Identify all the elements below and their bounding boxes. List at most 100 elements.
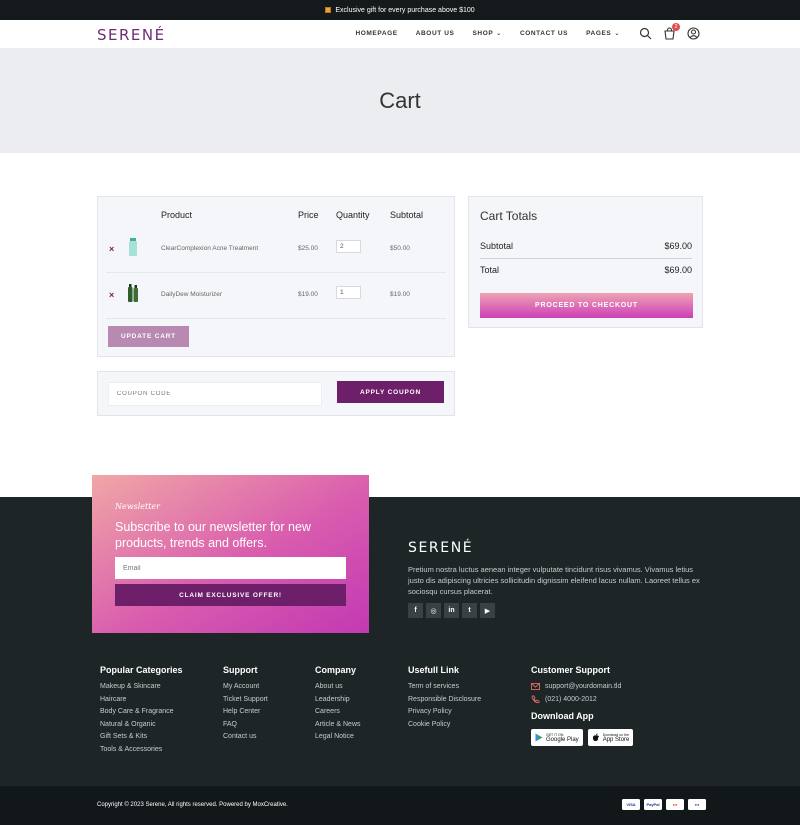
newsletter-title: Subscribe to our newsletter for new prod… bbox=[115, 520, 311, 550]
newsletter-card: Newsletter Subscribe to our newsletter f… bbox=[92, 475, 369, 633]
footer-link[interactable]: Contact us bbox=[223, 733, 268, 740]
update-cart-button[interactable]: UPDATE CART bbox=[108, 326, 189, 347]
footer-col-categories: Popular Categories Makeup & Skincare Hai… bbox=[100, 665, 183, 758]
subtotal-value: $69.00 bbox=[664, 241, 692, 251]
item-price: $25.00 bbox=[298, 245, 318, 252]
cart-table: Product Price Quantity Subtotal × ClearC… bbox=[97, 196, 455, 357]
coupon-code-input[interactable] bbox=[108, 382, 322, 406]
cart-count-badge: 2 bbox=[672, 23, 680, 31]
footer-col-title: Customer Support bbox=[531, 665, 611, 675]
youtube-icon[interactable]: ▶ bbox=[480, 603, 495, 618]
item-price: $19.00 bbox=[298, 291, 318, 298]
footer-link[interactable]: Makeup & Skincare bbox=[100, 683, 183, 690]
footer-link[interactable]: Careers bbox=[315, 708, 361, 715]
footer-link[interactable]: Cookie Policy bbox=[408, 721, 481, 728]
nav-homepage[interactable]: HOMEPAGE bbox=[355, 30, 397, 37]
footer-col-company: Company About us Leadership Careers Arti… bbox=[315, 665, 361, 746]
paypal-icon: PayPal bbox=[644, 799, 662, 810]
site-logo[interactable]: SERENÉ bbox=[97, 26, 166, 44]
footer-link[interactable]: Leadership bbox=[315, 696, 361, 703]
footer-col-useful-links: Usefull Link Term of services Responsibl… bbox=[408, 665, 481, 733]
quantity-input[interactable] bbox=[336, 286, 361, 299]
apply-coupon-button[interactable]: APPLY COUPON bbox=[337, 381, 444, 403]
cart-icon[interactable]: 2 bbox=[663, 23, 680, 40]
subtotal-label: Subtotal bbox=[480, 241, 514, 251]
header-quantity: Quantity bbox=[336, 210, 370, 220]
footer-col-customer-support: Customer Support support@yourdomain.tld … bbox=[531, 665, 638, 746]
footer-description: Pretium nostra luctus aenean integer vul… bbox=[408, 565, 700, 596]
item-subtotal: $50.00 bbox=[390, 245, 410, 252]
footer-link[interactable]: Tools & Accessories bbox=[100, 746, 183, 753]
divider bbox=[480, 258, 692, 259]
remove-item-button[interactable]: × bbox=[109, 244, 114, 254]
footer-link[interactable]: Term of services bbox=[408, 683, 481, 690]
footer-link[interactable]: FAQ bbox=[223, 721, 268, 728]
total-row: Total $69.00 bbox=[480, 265, 692, 275]
account-icon[interactable] bbox=[687, 27, 700, 40]
twitter-icon[interactable]: t bbox=[462, 603, 477, 618]
page-title: Cart bbox=[379, 88, 421, 113]
support-phone-link[interactable]: (021) 4000-2012 bbox=[531, 695, 638, 704]
support-email-link[interactable]: support@yourdomain.tld bbox=[531, 683, 638, 690]
facebook-icon[interactable]: f bbox=[408, 603, 423, 618]
footer-col-title: Usefull Link bbox=[408, 665, 460, 675]
cart-row: × DailyDew Moisturizer $19.00 $19.00 bbox=[106, 273, 446, 319]
proceed-to-checkout-button[interactable]: PROCEED TO CHECKOUT bbox=[480, 293, 693, 318]
footer-link[interactable]: Privacy Policy bbox=[408, 708, 481, 715]
nav-contact-us[interactable]: CONTACT US bbox=[520, 30, 568, 37]
footer-link[interactable]: Legal Notice bbox=[315, 733, 361, 740]
coupon-section: APPLY COUPON bbox=[97, 371, 455, 416]
gift-icon bbox=[325, 7, 332, 13]
footer-link[interactable]: My Account bbox=[223, 683, 268, 690]
footer-link[interactable]: Natural & Organic bbox=[100, 721, 183, 728]
footer-link[interactable]: Article & News bbox=[315, 721, 361, 728]
item-subtotal: $19.00 bbox=[390, 291, 410, 298]
page-hero: Cart bbox=[0, 49, 800, 153]
newsletter-email-input[interactable] bbox=[115, 557, 346, 579]
chevron-down-icon: ⌄ bbox=[496, 31, 502, 37]
phone-icon bbox=[531, 695, 540, 704]
footer-col-support: Support My Account Ticket Support Help C… bbox=[223, 665, 268, 746]
chevron-down-icon: ⌄ bbox=[614, 31, 620, 37]
total-label: Total bbox=[480, 265, 500, 275]
footer-col-title: Popular Categories bbox=[100, 665, 183, 675]
nav-pages[interactable]: PAGES ⌄ bbox=[586, 30, 620, 37]
footer-link[interactable]: Haircare bbox=[100, 696, 183, 703]
site-header: SERENÉ HOMEPAGE ABOUT US SHOP ⌄ CONTACT U… bbox=[0, 20, 800, 49]
footer-link[interactable]: About us bbox=[315, 683, 361, 690]
visa-icon: VISA bbox=[622, 799, 640, 810]
product-thumbnail[interactable] bbox=[126, 283, 140, 303]
product-name-link[interactable]: DailyDew Moisturizer bbox=[161, 291, 222, 298]
product-name-link[interactable]: ClearComplexion Acne Treatment bbox=[161, 245, 258, 252]
remove-item-button[interactable]: × bbox=[109, 290, 114, 300]
newsletter-label: Newsletter bbox=[115, 502, 160, 511]
footer-link[interactable]: Responsible Disclosure bbox=[408, 696, 481, 703]
product-thumbnail[interactable] bbox=[126, 237, 140, 257]
mail-icon bbox=[531, 683, 540, 690]
google-play-button[interactable]: GET IT ON Google Play bbox=[531, 729, 583, 746]
claim-offer-button[interactable]: CLAIM EXCLUSIVE OFFER! bbox=[115, 584, 346, 606]
subtotal-row: Subtotal $69.00 bbox=[480, 241, 692, 251]
search-icon[interactable] bbox=[639, 27, 652, 40]
header-subtotal: Subtotal bbox=[390, 210, 424, 220]
footer-link[interactable]: Gift Sets & Kits bbox=[100, 733, 183, 740]
footer-link[interactable]: Body Care & Fragrance bbox=[100, 708, 183, 715]
linkedin-icon[interactable]: in bbox=[444, 603, 459, 618]
google-play-icon bbox=[535, 733, 543, 742]
social-links: f ◎ in t ▶ bbox=[408, 603, 495, 618]
total-value: $69.00 bbox=[664, 265, 692, 275]
header-icons: 2 bbox=[639, 23, 700, 40]
apple-icon bbox=[592, 733, 599, 742]
footer-link[interactable]: Help Center bbox=[223, 708, 268, 715]
card-icon: ●● bbox=[688, 799, 706, 810]
footer-col-title: Support bbox=[223, 665, 258, 675]
footer-link[interactable]: Ticket Support bbox=[223, 696, 268, 703]
download-app-title: Download App bbox=[531, 711, 594, 721]
nav-about-us[interactable]: ABOUT US bbox=[416, 30, 455, 37]
app-store-button[interactable]: Download on the App Store bbox=[587, 729, 634, 746]
nav-shop[interactable]: SHOP ⌄ bbox=[472, 30, 501, 37]
quantity-input[interactable] bbox=[336, 240, 361, 253]
instagram-icon[interactable]: ◎ bbox=[426, 603, 441, 618]
footer-logo[interactable]: SERENÉ bbox=[408, 540, 473, 556]
header-price: Price bbox=[298, 210, 319, 220]
